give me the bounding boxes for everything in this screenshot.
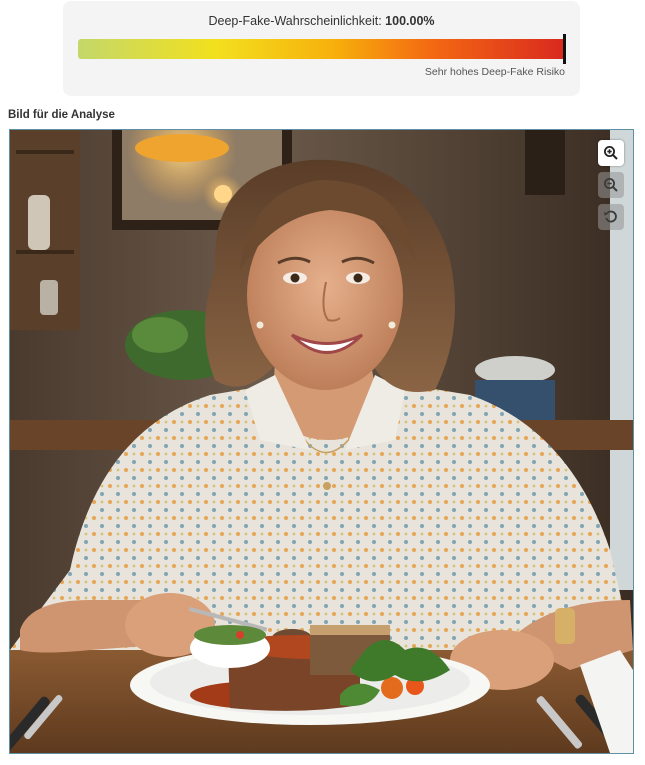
zoom-in-button[interactable] — [598, 140, 624, 166]
deepfake-score-panel: Deep-Fake-Wahrscheinlichkeit: 100.00% Se… — [63, 1, 580, 96]
analysis-image-frame[interactable] — [9, 129, 634, 754]
score-value: 100.00% — [385, 14, 435, 28]
probability-marker — [563, 34, 566, 64]
zoom-controls — [598, 140, 624, 236]
reset-view-button[interactable] — [598, 204, 624, 230]
analysis-image — [10, 130, 633, 753]
risk-label: Sehr hohes Deep-Fake Risiko — [424, 66, 565, 78]
zoom-out-button[interactable] — [598, 172, 624, 198]
reset-rotate-icon — [604, 210, 617, 223]
zoom-in-icon — [604, 146, 618, 160]
score-title: Deep-Fake-Wahrscheinlichkeit: 100.00% — [63, 14, 580, 28]
probability-bar-track — [78, 39, 566, 59]
probability-bar-fill — [78, 39, 566, 59]
analysis-section-label: Bild für die Analyse — [8, 109, 115, 121]
zoom-out-icon — [604, 178, 618, 192]
score-label: Deep-Fake-Wahrscheinlichkeit: — [208, 14, 382, 28]
